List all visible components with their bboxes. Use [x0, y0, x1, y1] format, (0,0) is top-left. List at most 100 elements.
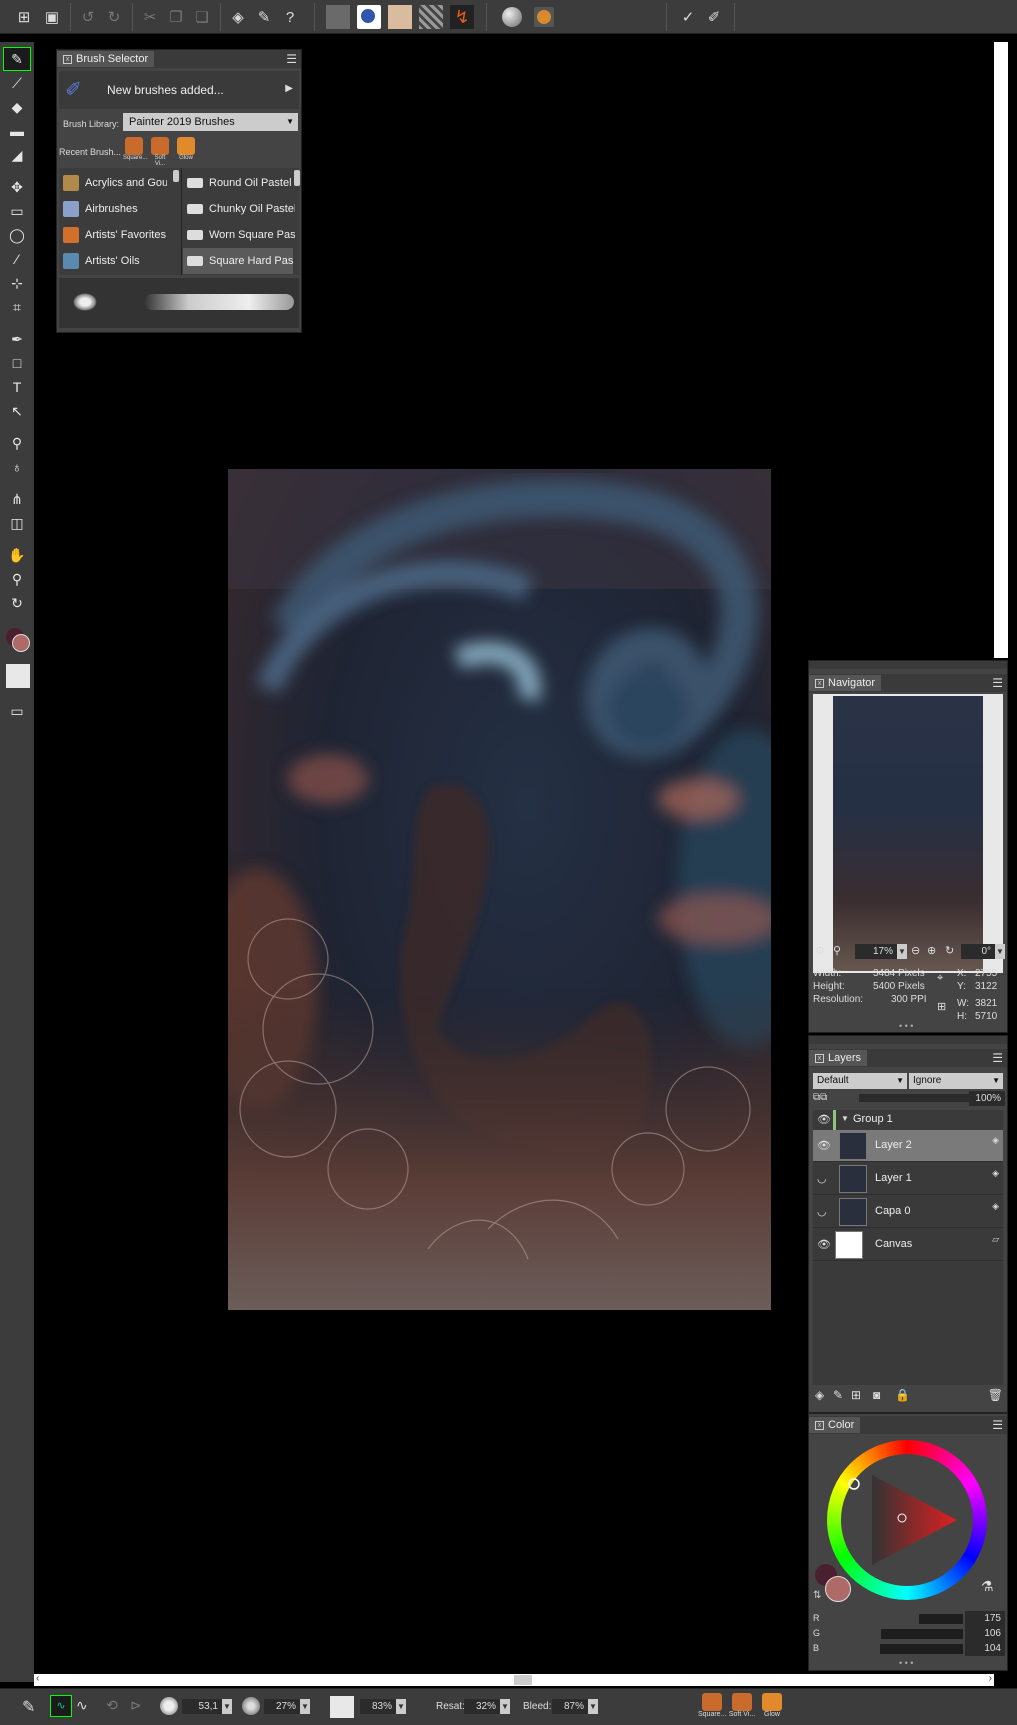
paper-selector[interactable]	[6, 664, 30, 688]
green-slider[interactable]	[823, 1629, 963, 1639]
magic-wand-icon[interactable]: ⁄	[4, 248, 30, 270]
opacity-field[interactable]: 100%	[969, 1091, 1005, 1106]
red-slider[interactable]	[823, 1614, 963, 1624]
straight-line-icon[interactable]: ∿	[76, 1697, 88, 1714]
variant-item[interactable]: Chunky Oil Pastel	[187, 196, 295, 222]
paste-icon[interactable]: ❏	[190, 5, 214, 29]
close-icon[interactable]: x	[815, 678, 824, 688]
screen-mode-icon[interactable]: ▭	[4, 700, 30, 722]
category-item[interactable]: Airbrushes	[63, 196, 138, 222]
magnifier-icon[interactable]: ⚲	[833, 944, 841, 957]
scroll-right-icon[interactable]: ›	[989, 1673, 992, 1684]
brush-tool-icon[interactable]: ✎	[22, 1697, 35, 1717]
paper-icon[interactable]	[388, 5, 412, 29]
variant-item[interactable]: Worn Square Pastel	[187, 222, 295, 248]
eye-icon[interactable]: 👁	[817, 1113, 831, 1126]
grain-icon[interactable]	[419, 5, 443, 29]
layer-effects-icon[interactable]: ✎	[833, 1388, 843, 1402]
rectangular-selection-icon[interactable]: ▭	[4, 200, 30, 222]
bleed-field[interactable]: 87%	[552, 1699, 588, 1714]
crop-tool-icon[interactable]: ⌗	[4, 296, 30, 318]
chevron-down-icon[interactable]: ▼	[500, 1699, 510, 1714]
chevron-down-icon[interactable]: ▼	[396, 1699, 406, 1714]
preserve-dropdown[interactable]: Ignore ▼	[909, 1073, 1003, 1089]
dab-icon[interactable]	[502, 7, 522, 27]
rotation-field[interactable]: 0°	[961, 944, 995, 959]
navigator-preview-frame[interactable]	[813, 694, 1003, 973]
chevron-down-icon[interactable]: ▼	[588, 1699, 598, 1714]
eraser-tool-icon[interactable]: ◢	[4, 144, 30, 166]
scrollbar[interactable]	[294, 170, 300, 186]
save-icon[interactable]: ▣	[40, 5, 64, 29]
category-item[interactable]: Acrylics and Gouache	[63, 170, 167, 196]
gradient-tool-icon[interactable]: ▬	[4, 120, 30, 142]
panel-grip[interactable]	[809, 1036, 1007, 1044]
zoom-field[interactable]: 17%	[855, 944, 897, 959]
flow-map-icon[interactable]	[357, 5, 381, 29]
cloner-icon[interactable]: ⚲	[4, 432, 30, 454]
saturation-value-triangle[interactable]	[827, 1440, 987, 1600]
shape-selection-icon[interactable]: ↖	[4, 400, 30, 422]
perspective-guides-icon[interactable]: ◫	[4, 512, 30, 534]
rotate-page-icon[interactable]: ↻	[4, 592, 30, 614]
close-icon[interactable]: x	[815, 1053, 824, 1063]
layers-tab[interactable]: x Layers	[809, 1050, 868, 1066]
scrollbar-thumb[interactable]	[514, 1675, 532, 1685]
layer-row-layer-1[interactable]: ◡ Layer 1 ◈	[813, 1163, 1003, 1195]
paper-texture-icon[interactable]	[326, 5, 350, 29]
layer-row-capa-0[interactable]: ◡ Capa 0 ◈	[813, 1196, 1003, 1228]
opacity-field[interactable]: 27%	[264, 1699, 300, 1714]
grain-field[interactable]: 83%	[360, 1699, 396, 1714]
eye-closed-icon[interactable]: ◡	[817, 1205, 827, 1218]
brush-tracking-icon[interactable]: ✓	[676, 5, 700, 29]
brush-ghost-icon[interactable]: ⊳	[130, 1697, 142, 1714]
resat-field[interactable]: 32%	[464, 1699, 500, 1714]
navigator-tab[interactable]: x Navigator	[809, 675, 882, 691]
scrollbar[interactable]	[173, 170, 179, 182]
pen-tool-icon[interactable]: ✒	[4, 328, 30, 350]
layer-adjuster-icon[interactable]: ✥	[4, 176, 30, 198]
copy-icon[interactable]: ❐	[164, 5, 188, 29]
layer-mask-icon[interactable]: ◙	[873, 1388, 880, 1402]
text-tool-icon[interactable]: T	[4, 376, 30, 398]
cut-icon[interactable]: ✂	[138, 5, 162, 29]
redo-icon[interactable]: ↻	[102, 5, 126, 29]
brush-stroke-icon[interactable]: ↯	[450, 5, 474, 29]
undo-icon[interactable]: ↺	[76, 5, 100, 29]
mirror-painting-icon[interactable]: ⋔	[4, 488, 30, 510]
recent-brush-3[interactable]: Glow	[758, 1693, 786, 1723]
recent-brush-2[interactable]: Soft Vi...	[728, 1693, 756, 1723]
lock-icon[interactable]: 🔒	[895, 1388, 910, 1402]
main-color-swatch[interactable]	[825, 1576, 851, 1602]
chevron-down-icon[interactable]: ▼	[300, 1699, 310, 1714]
chevron-down-icon[interactable]: ▼	[222, 1699, 232, 1714]
zoom-in-icon[interactable]: ⊕	[927, 944, 936, 957]
reset-tool-icon[interactable]: ⟲	[106, 1697, 118, 1714]
play-arrow-icon[interactable]: ▶	[285, 83, 293, 94]
panel-resize-grip[interactable]: • • •	[899, 1021, 913, 1031]
panel-grip[interactable]	[809, 661, 1007, 669]
blue-value[interactable]: 104	[965, 1641, 1005, 1656]
help-icon[interactable]: ?	[278, 5, 302, 29]
rubber-stamp-icon[interactable]: ♁	[4, 456, 30, 478]
variant-item[interactable]: Round Oil Pastel	[187, 170, 295, 196]
canvas-artwork[interactable]	[228, 469, 771, 1310]
blue-slider[interactable]	[823, 1644, 963, 1654]
recent-brush-1[interactable]: Square...	[123, 137, 147, 161]
brush-selector-tab[interactable]: x Brush Selector	[57, 51, 155, 67]
composite-method-dropdown[interactable]: Default ▼	[813, 1073, 907, 1089]
magnifier-icon[interactable]: ⚲	[4, 568, 30, 590]
vertical-scrollbar[interactable]	[994, 42, 1008, 658]
trash-icon[interactable]: 🗑	[988, 1388, 1003, 1402]
recent-brush-2[interactable]: Soft Vi...	[149, 137, 171, 167]
panel-menu-icon[interactable]: ☰	[992, 1418, 1003, 1432]
variant-item-selected[interactable]: Square Hard Pastel	[183, 248, 293, 274]
new-document-icon[interactable]: ⊞	[12, 5, 36, 29]
scroll-left-icon[interactable]: ‹	[36, 1673, 39, 1684]
settings-gear-icon[interactable]: ⚙	[815, 944, 825, 957]
horizontal-scrollbar[interactable]: ‹ ›	[34, 1673, 994, 1686]
color-picker-icon[interactable]: ⚗	[981, 1578, 994, 1595]
new-layer-icon[interactable]: ⊞	[851, 1388, 861, 1402]
red-value[interactable]: 175	[965, 1611, 1005, 1626]
chevron-down-icon[interactable]: ▼	[841, 1114, 849, 1123]
